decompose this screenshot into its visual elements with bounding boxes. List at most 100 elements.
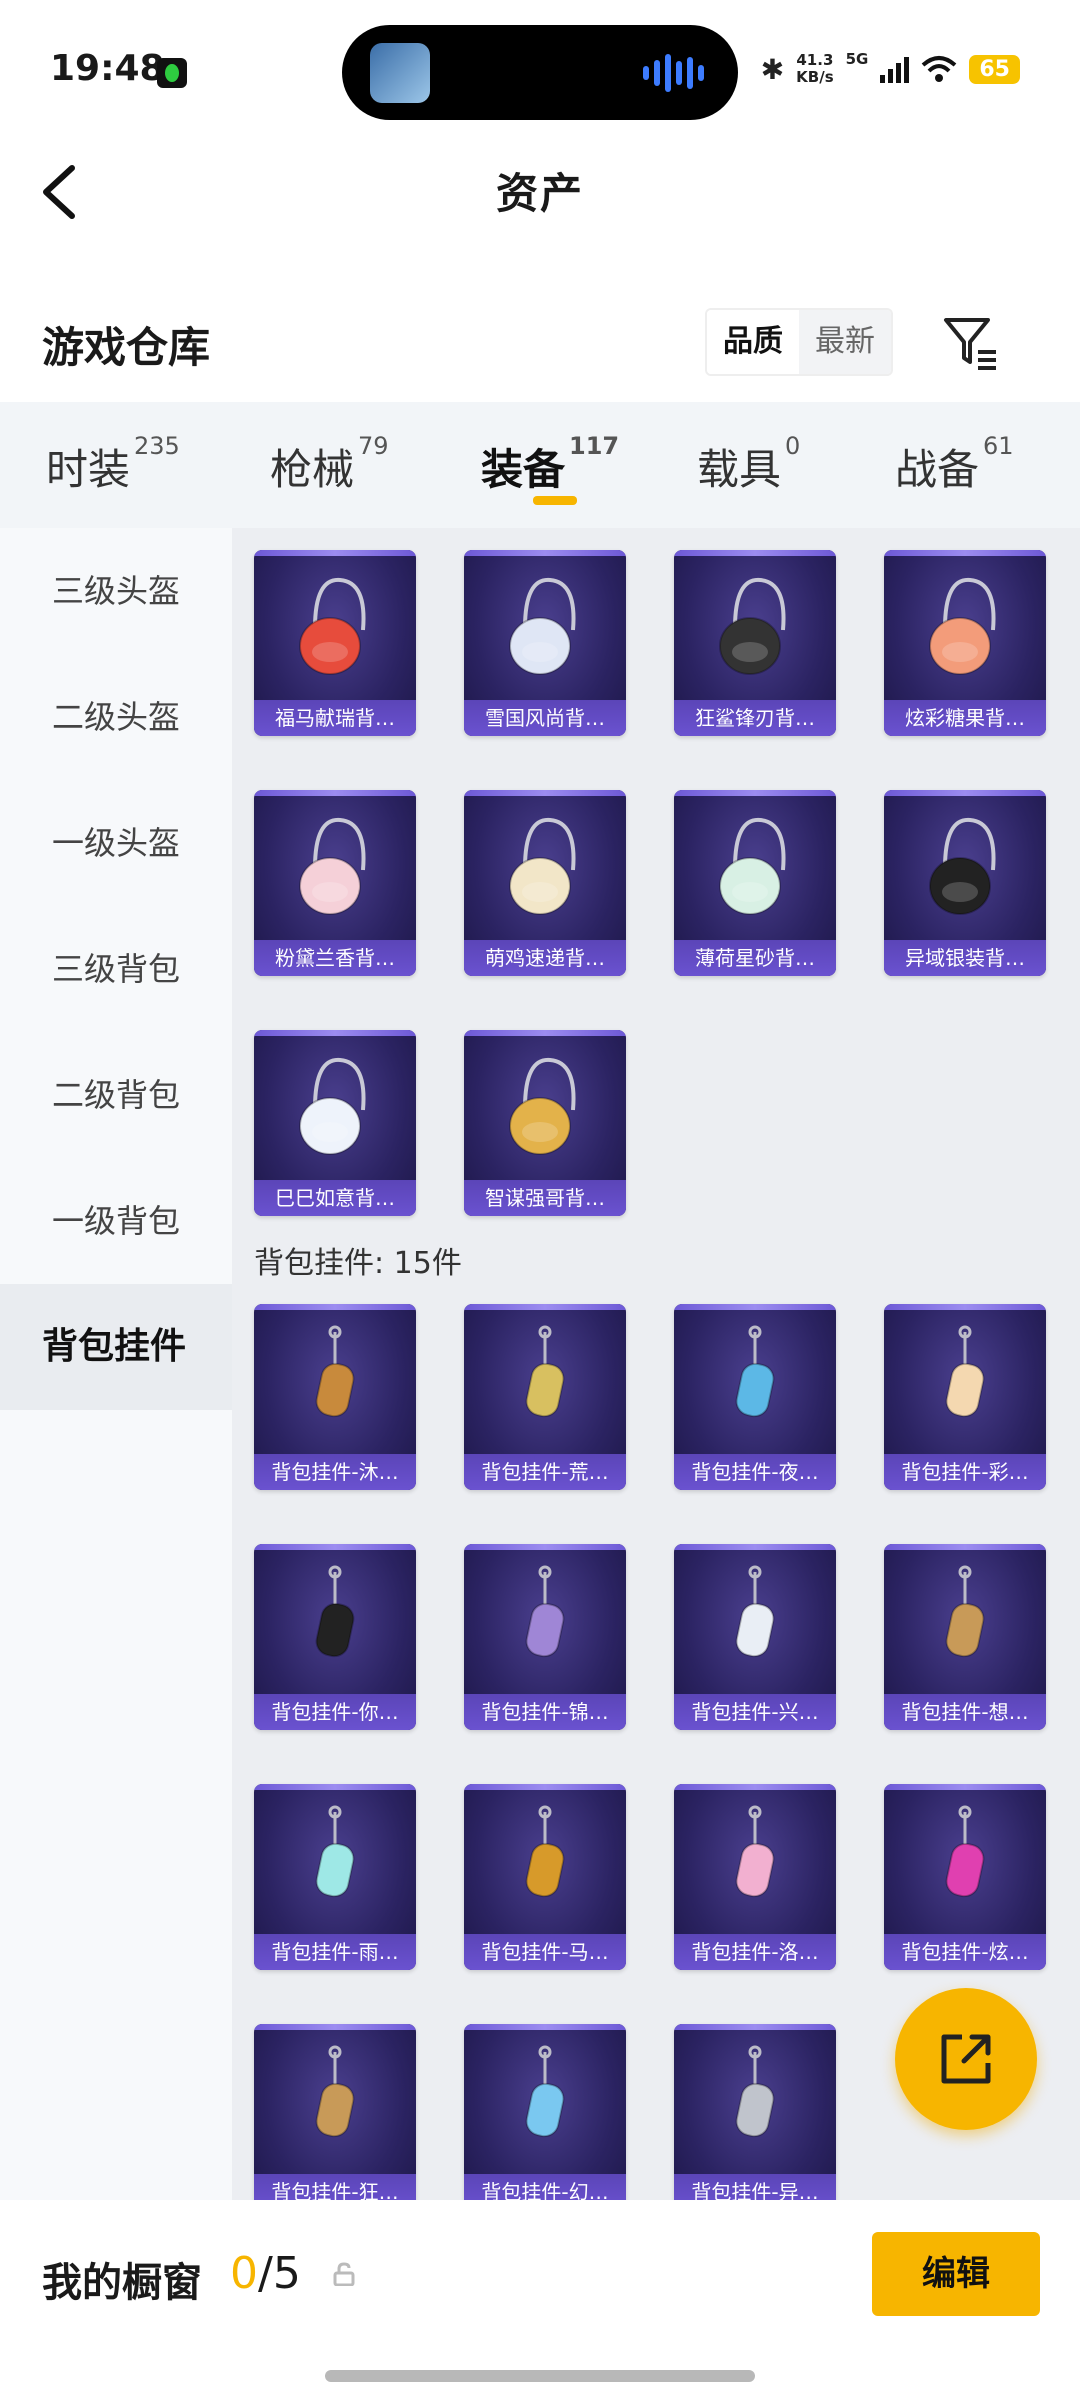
card-shine	[674, 1304, 836, 1310]
tab-label: 枪械	[270, 445, 355, 494]
backpack-card[interactable]: 薄荷星砂背…	[674, 790, 836, 976]
sidenav-item-helmet-2[interactable]: 二级头盔	[0, 654, 232, 780]
backpack-thumbnail	[299, 1057, 366, 1155]
card-caption: 雪国风尚背…	[464, 700, 626, 736]
card-caption: 智谋强哥背…	[464, 1180, 626, 1216]
pendant-card[interactable]: 背包挂件-异…	[674, 2024, 836, 2200]
pendant-card[interactable]: 背包挂件-夜…	[674, 1304, 836, 1490]
backpack-card[interactable]: 智谋强哥背…	[464, 1030, 626, 1216]
tab-label: 载具	[697, 445, 782, 494]
card-shine	[884, 1304, 1046, 1310]
card-shine	[464, 1030, 626, 1036]
card-shine	[254, 550, 416, 556]
edit-button[interactable]: 编辑	[872, 2232, 1040, 2316]
card-shine	[674, 2024, 836, 2030]
item-grid: 背包挂件: 15件 福马献瑞背… 雪国风尚背… 狂鲨锋刃背… 炫彩糖果背… 粉黛兰香背……	[232, 528, 1080, 2200]
pendant-card[interactable]: 背包挂件-你…	[254, 1544, 416, 1730]
showcase-count-total: 5	[272, 2248, 301, 2299]
backpack-card[interactable]: 炫彩糖果背…	[884, 550, 1046, 736]
section-label-pendants: 背包挂件: 15件	[254, 1246, 462, 1281]
equipment-sidenav: 三级头盔 二级头盔 一级头盔 三级背包 二级背包 一级背包 背包挂件	[0, 528, 232, 2200]
backpack-card[interactable]: 粉黛兰香背…	[254, 790, 416, 976]
backpack-card[interactable]: 狂鲨锋刃背…	[674, 550, 836, 736]
card-shine	[464, 1784, 626, 1790]
media-thumbnail	[370, 43, 430, 103]
card-shine	[674, 1784, 836, 1790]
pendant-card[interactable]: 背包挂件-炫…	[884, 1784, 1046, 1970]
home-indicator[interactable]	[325, 2370, 755, 2382]
pendant-card[interactable]: 背包挂件-想…	[884, 1544, 1046, 1730]
pendant-card[interactable]: 背包挂件-马…	[464, 1784, 626, 1970]
sort-option-latest[interactable]: 最新	[799, 310, 891, 374]
filter-icon[interactable]	[940, 312, 1000, 372]
tab-firearms[interactable]: 枪械 79	[270, 432, 389, 497]
backpack-thumbnail	[719, 577, 786, 675]
card-shine	[674, 1544, 836, 1550]
card-caption: 背包挂件-荒…	[464, 1454, 626, 1490]
card-caption: 背包挂件-异…	[674, 2174, 836, 2200]
backpack-card[interactable]: 异域银装背…	[884, 790, 1046, 976]
backpack-card[interactable]: 萌鸡速递背…	[464, 790, 626, 976]
tab-vehicles[interactable]: 载具 0	[697, 432, 800, 497]
pendant-thumbnail	[735, 2045, 775, 2138]
sidenav-item-helmet-1[interactable]: 一级头盔	[0, 780, 232, 906]
card-shine	[464, 1304, 626, 1310]
card-caption: 背包挂件-夜…	[674, 1454, 836, 1490]
card-caption: 背包挂件-幻…	[464, 2174, 626, 2200]
pendant-card[interactable]: 背包挂件-荒…	[464, 1304, 626, 1490]
showcase-title: 我的橱窗	[42, 2260, 202, 2306]
card-caption: 背包挂件-锦…	[464, 1694, 626, 1730]
tab-fashion[interactable]: 时装 235	[46, 432, 180, 497]
card-caption: 异域银装背…	[884, 940, 1046, 976]
sort-option-quality[interactable]: 品质	[707, 310, 799, 374]
pendant-card[interactable]: 背包挂件-兴…	[674, 1544, 836, 1730]
pendant-thumbnail	[315, 1805, 355, 1898]
pendant-thumbnail	[525, 1805, 565, 1898]
pendant-card[interactable]: 背包挂件-狂…	[254, 2024, 416, 2200]
showcase-count: 0/5	[230, 2248, 301, 2299]
category-tabs: 时装 235 枪械 79 装备 117 载具 0 战备 61	[0, 402, 1080, 528]
pendant-card[interactable]: 背包挂件-幻…	[464, 2024, 626, 2200]
pendant-card[interactable]: 背包挂件-洛…	[674, 1784, 836, 1970]
card-caption: 狂鲨锋刃背…	[674, 700, 836, 736]
card-caption: 背包挂件-洛…	[674, 1934, 836, 1970]
pendant-thumbnail	[525, 1325, 565, 1418]
card-caption: 背包挂件-兴…	[674, 1694, 836, 1730]
tab-equipment[interactable]: 装备 117	[481, 432, 619, 497]
card-shine	[254, 2024, 416, 2030]
network-speed: 41.3 KB/s	[796, 52, 833, 86]
dynamic-island[interactable]	[342, 25, 738, 120]
sidenav-item-backpack-1[interactable]: 一级背包	[0, 1158, 232, 1284]
warehouse-title: 游戏仓库	[42, 323, 211, 372]
sidenav-item-helmet-3[interactable]: 三级头盔	[0, 528, 232, 654]
pendant-thumbnail	[525, 1565, 565, 1658]
backpack-thumbnail	[299, 817, 366, 915]
tab-label: 装备	[481, 445, 566, 494]
pendant-card[interactable]: 背包挂件-沐…	[254, 1304, 416, 1490]
pendant-thumbnail	[945, 1325, 985, 1418]
share-button[interactable]	[895, 1988, 1037, 2130]
pendant-card[interactable]: 背包挂件-雨…	[254, 1784, 416, 1970]
pendant-card[interactable]: 背包挂件-锦…	[464, 1544, 626, 1730]
card-shine	[254, 1784, 416, 1790]
tab-supplies[interactable]: 战备 61	[895, 432, 1014, 497]
sidenav-item-backpack-3[interactable]: 三级背包	[0, 906, 232, 1032]
card-shine	[464, 2024, 626, 2030]
card-shine	[884, 790, 1046, 796]
card-caption: 炫彩糖果背…	[884, 700, 1046, 736]
card-caption: 背包挂件-马…	[464, 1934, 626, 1970]
backpack-card[interactable]: 福马献瑞背…	[254, 550, 416, 736]
backpack-card[interactable]: 雪国风尚背…	[464, 550, 626, 736]
sidenav-item-pendants[interactable]: 背包挂件	[0, 1284, 232, 1410]
card-caption: 背包挂件-雨…	[254, 1934, 416, 1970]
card-shine	[254, 1030, 416, 1036]
active-tab-indicator	[533, 496, 577, 505]
card-caption: 福马献瑞背…	[254, 700, 416, 736]
sidenav-item-backpack-2[interactable]: 二级背包	[0, 1032, 232, 1158]
card-caption: 背包挂件-狂…	[254, 2174, 416, 2200]
pendant-card[interactable]: 背包挂件-彩…	[884, 1304, 1046, 1490]
pendant-thumbnail	[735, 1325, 775, 1418]
pendant-thumbnail	[735, 1565, 775, 1658]
backpack-card[interactable]: 巳巳如意背…	[254, 1030, 416, 1216]
showcase-count-current: 0	[230, 2248, 258, 2299]
